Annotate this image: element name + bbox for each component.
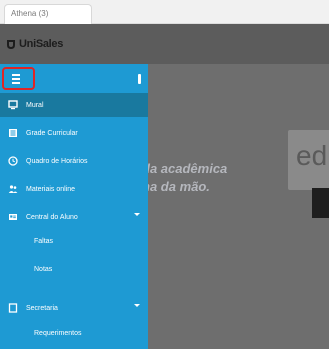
- sidebar-subitem-requerimentos[interactable]: Requerimentos: [0, 324, 148, 342]
- brand-name: UniSales: [19, 38, 64, 50]
- browser-tab[interactable]: Athena (3): [4, 4, 92, 24]
- hero-headline-line2: na da mão.: [148, 179, 210, 194]
- sidebar-item-label: Secretaria: [26, 304, 58, 312]
- clock-icon: [8, 156, 18, 166]
- hamburger-icon: [12, 73, 20, 84]
- sidebar: Mural Grade Curricular Quadro de Horário…: [0, 64, 148, 349]
- sidebar-subitem-faltas[interactable]: Faltas: [0, 232, 148, 250]
- menu-toggle-button[interactable]: [2, 67, 35, 90]
- sidebar-collapse-handle[interactable]: [138, 74, 141, 84]
- sidebar-item-label: Materiais online: [26, 185, 76, 193]
- document-icon: [8, 303, 18, 313]
- page: UniSales da acadêmica na da mão. ed Mura…: [0, 24, 329, 349]
- sidebar-item-label: Central do Aluno: [26, 213, 78, 221]
- sidebar-item-materiais-online[interactable]: Materiais online: [0, 177, 148, 201]
- hero-headline-line1: da acadêmica: [148, 161, 228, 176]
- monitor-icon: [8, 100, 18, 110]
- users-icon: [8, 184, 18, 194]
- sidebar-item-grade-curricular[interactable]: Grade Curricular: [0, 121, 148, 145]
- sidebar-subitem-notas[interactable]: Notas: [0, 260, 148, 278]
- sidebar-item-secretaria[interactable]: Secretaria: [0, 296, 148, 320]
- hero-card-shadow: [312, 188, 329, 218]
- sidebar-item-label: Grade Curricular: [26, 129, 78, 137]
- sidebar-item-quadro-de-horarios[interactable]: Quadro de Horários: [0, 149, 148, 173]
- brand-logo[interactable]: UniSales: [6, 38, 63, 50]
- hero-card: ed: [288, 130, 329, 190]
- sidebar-item-label: Mural: [26, 101, 44, 109]
- sidebar-item-central-do-aluno[interactable]: Central do Aluno: [0, 205, 148, 229]
- sidebar-item-mural[interactable]: Mural: [0, 93, 148, 117]
- hero-card-text: ed: [296, 140, 328, 171]
- sidebar-item-label: Quadro de Horários: [26, 157, 88, 165]
- top-bar: UniSales: [0, 24, 329, 64]
- hero-banner: da acadêmica na da mão. ed: [148, 64, 329, 349]
- browser-tab-strip: Athena (3): [0, 0, 329, 24]
- chevron-down-icon: [134, 213, 140, 216]
- chevron-down-icon: [134, 304, 140, 307]
- grid-icon: [8, 128, 18, 138]
- card-icon: [8, 212, 18, 222]
- brand-mark-icon: [7, 39, 15, 49]
